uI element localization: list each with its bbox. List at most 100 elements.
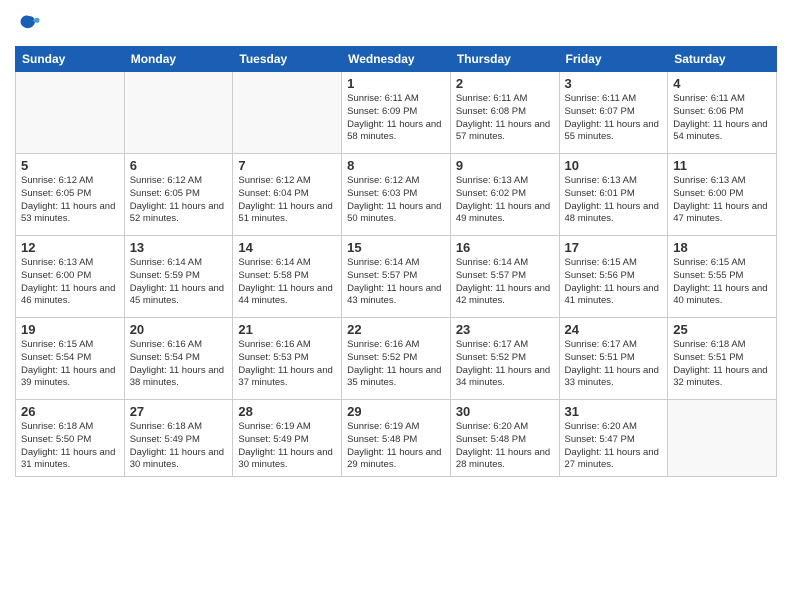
day-number: 5 [21,158,119,173]
day-info: Sunrise: 6:16 AM Sunset: 5:53 PM Dayligh… [238,339,336,390]
day-info: Sunrise: 6:16 AM Sunset: 5:52 PM Dayligh… [347,339,445,390]
day-number: 17 [565,240,663,255]
calendar-cell: 8 Sunrise: 6:12 AM Sunset: 6:03 PM Daylig… [342,154,451,236]
calendar-cell: 17 Sunrise: 6:15 AM Sunset: 5:56 PM Dayli… [559,236,668,318]
day-info: Sunrise: 6:13 AM Sunset: 6:02 PM Dayligh… [456,175,554,226]
day-info: Sunrise: 6:12 AM Sunset: 6:05 PM Dayligh… [130,175,228,226]
calendar-cell: 1 Sunrise: 6:11 AM Sunset: 6:09 PM Daylig… [342,72,451,154]
day-number: 16 [456,240,554,255]
day-info: Sunrise: 6:12 AM Sunset: 6:03 PM Dayligh… [347,175,445,226]
day-number: 18 [673,240,771,255]
day-info: Sunrise: 6:18 AM Sunset: 5:49 PM Dayligh… [130,421,228,472]
day-number: 13 [130,240,228,255]
day-info: Sunrise: 6:11 AM Sunset: 6:07 PM Dayligh… [565,93,663,144]
calendar-cell: 23 Sunrise: 6:17 AM Sunset: 5:52 PM Dayli… [450,318,559,400]
calendar-week-row: 5 Sunrise: 6:12 AM Sunset: 6:05 PM Daylig… [16,154,777,236]
weekday-header-wednesday: Wednesday [342,47,451,72]
calendar-cell: 30 Sunrise: 6:20 AM Sunset: 5:48 PM Dayli… [450,400,559,477]
day-info: Sunrise: 6:11 AM Sunset: 6:08 PM Dayligh… [456,93,554,144]
calendar-cell: 22 Sunrise: 6:16 AM Sunset: 5:52 PM Dayli… [342,318,451,400]
page: SundayMondayTuesdayWednesdayThursdayFrid… [0,0,792,612]
calendar-cell: 10 Sunrise: 6:13 AM Sunset: 6:01 PM Dayli… [559,154,668,236]
day-number: 20 [130,322,228,337]
weekday-header-saturday: Saturday [668,47,777,72]
calendar-cell: 28 Sunrise: 6:19 AM Sunset: 5:49 PM Dayli… [233,400,342,477]
weekday-header-monday: Monday [124,47,233,72]
weekday-header-friday: Friday [559,47,668,72]
calendar-cell: 11 Sunrise: 6:13 AM Sunset: 6:00 PM Dayli… [668,154,777,236]
calendar-cell: 21Sunrise: 6:16 AM Sunset: 5:53 PM Dayli… [233,318,342,400]
calendar-cell [16,72,125,154]
weekday-header-row: SundayMondayTuesdayWednesdayThursdayFrid… [16,47,777,72]
day-number: 3 [565,76,663,91]
calendar-cell: 29 Sunrise: 6:19 AM Sunset: 5:48 PM Dayli… [342,400,451,477]
calendar-cell: 24 Sunrise: 6:17 AM Sunset: 5:51 PM Dayli… [559,318,668,400]
day-number: 22 [347,322,445,337]
day-number: 28 [238,404,336,419]
day-number: 24 [565,322,663,337]
calendar-cell: 14Sunrise: 6:14 AM Sunset: 5:58 PM Dayli… [233,236,342,318]
day-info: Sunrise: 6:17 AM Sunset: 5:52 PM Dayligh… [456,339,554,390]
day-info: Sunrise: 6:13 AM Sunset: 6:01 PM Dayligh… [565,175,663,226]
day-number: 11 [673,158,771,173]
day-number: 26 [21,404,119,419]
day-info: Sunrise: 6:14 AM Sunset: 5:59 PM Dayligh… [130,257,228,308]
day-info: Sunrise: 6:19 AM Sunset: 5:49 PM Dayligh… [238,421,336,472]
day-number: 10 [565,158,663,173]
weekday-header-sunday: Sunday [16,47,125,72]
calendar-cell: 7Sunrise: 6:12 AM Sunset: 6:04 PM Daylig… [233,154,342,236]
day-info: Sunrise: 6:14 AM Sunset: 5:57 PM Dayligh… [456,257,554,308]
day-number: 7 [238,158,336,173]
calendar-cell: 16 Sunrise: 6:14 AM Sunset: 5:57 PM Dayli… [450,236,559,318]
calendar-cell: 5Sunrise: 6:12 AM Sunset: 6:05 PM Daylig… [16,154,125,236]
calendar-cell: 6 Sunrise: 6:12 AM Sunset: 6:05 PM Daylig… [124,154,233,236]
day-info: Sunrise: 6:18 AM Sunset: 5:50 PM Dayligh… [21,421,119,472]
calendar-cell: 13 Sunrise: 6:14 AM Sunset: 5:59 PM Dayli… [124,236,233,318]
day-info: Sunrise: 6:11 AM Sunset: 6:09 PM Dayligh… [347,93,445,144]
day-info: Sunrise: 6:15 AM Sunset: 5:54 PM Dayligh… [21,339,119,390]
calendar-cell [668,400,777,477]
day-number: 29 [347,404,445,419]
day-info: Sunrise: 6:13 AM Sunset: 6:00 PM Dayligh… [21,257,119,308]
day-info: Sunrise: 6:13 AM Sunset: 6:00 PM Dayligh… [673,175,771,226]
calendar-cell: 18 Sunrise: 6:15 AM Sunset: 5:55 PM Dayli… [668,236,777,318]
calendar-cell: 19 Sunrise: 6:15 AM Sunset: 5:54 PM Dayli… [16,318,125,400]
calendar-cell: 2 Sunrise: 6:11 AM Sunset: 6:08 PM Daylig… [450,72,559,154]
day-number: 1 [347,76,445,91]
calendar-cell: 27 Sunrise: 6:18 AM Sunset: 5:49 PM Dayli… [124,400,233,477]
day-info: Sunrise: 6:14 AM Sunset: 5:57 PM Dayligh… [347,257,445,308]
weekday-header-tuesday: Tuesday [233,47,342,72]
day-info: Sunrise: 6:17 AM Sunset: 5:51 PM Dayligh… [565,339,663,390]
calendar-cell: 12 Sunrise: 6:13 AM Sunset: 6:00 PM Dayli… [16,236,125,318]
calendar-week-row: 12 Sunrise: 6:13 AM Sunset: 6:00 PM Dayli… [16,236,777,318]
day-info: Sunrise: 6:19 AM Sunset: 5:48 PM Dayligh… [347,421,445,472]
calendar-cell: 9 Sunrise: 6:13 AM Sunset: 6:02 PM Daylig… [450,154,559,236]
day-info: Sunrise: 6:16 AM Sunset: 5:54 PM Dayligh… [130,339,228,390]
calendar-week-row: 19 Sunrise: 6:15 AM Sunset: 5:54 PM Dayli… [16,318,777,400]
calendar-table: SundayMondayTuesdayWednesdayThursdayFrid… [15,46,777,477]
day-number: 30 [456,404,554,419]
calendar-cell: 4 Sunrise: 6:11 AM Sunset: 6:06 PM Daylig… [668,72,777,154]
day-number: 19 [21,322,119,337]
day-number: 6 [130,158,228,173]
day-number: 27 [130,404,228,419]
day-info: Sunrise: 6:20 AM Sunset: 5:48 PM Dayligh… [456,421,554,472]
day-number: 8 [347,158,445,173]
day-number: 4 [673,76,771,91]
calendar-cell: 3 Sunrise: 6:11 AM Sunset: 6:07 PM Daylig… [559,72,668,154]
day-info: Sunrise: 6:18 AM Sunset: 5:51 PM Dayligh… [673,339,771,390]
day-info: Sunrise: 6:15 AM Sunset: 5:55 PM Dayligh… [673,257,771,308]
calendar-cell: 25Sunrise: 6:18 AM Sunset: 5:51 PM Dayli… [668,318,777,400]
day-info: Sunrise: 6:11 AM Sunset: 6:06 PM Dayligh… [673,93,771,144]
day-number: 12 [21,240,119,255]
day-number: 23 [456,322,554,337]
calendar-cell [233,72,342,154]
logo [15,10,47,38]
day-number: 2 [456,76,554,91]
day-info: Sunrise: 6:20 AM Sunset: 5:47 PM Dayligh… [565,421,663,472]
calendar-cell: 31Sunrise: 6:20 AM Sunset: 5:47 PM Dayli… [559,400,668,477]
calendar-cell: 26 Sunrise: 6:18 AM Sunset: 5:50 PM Dayli… [16,400,125,477]
day-number: 9 [456,158,554,173]
day-info: Sunrise: 6:15 AM Sunset: 5:56 PM Dayligh… [565,257,663,308]
weekday-header-thursday: Thursday [450,47,559,72]
